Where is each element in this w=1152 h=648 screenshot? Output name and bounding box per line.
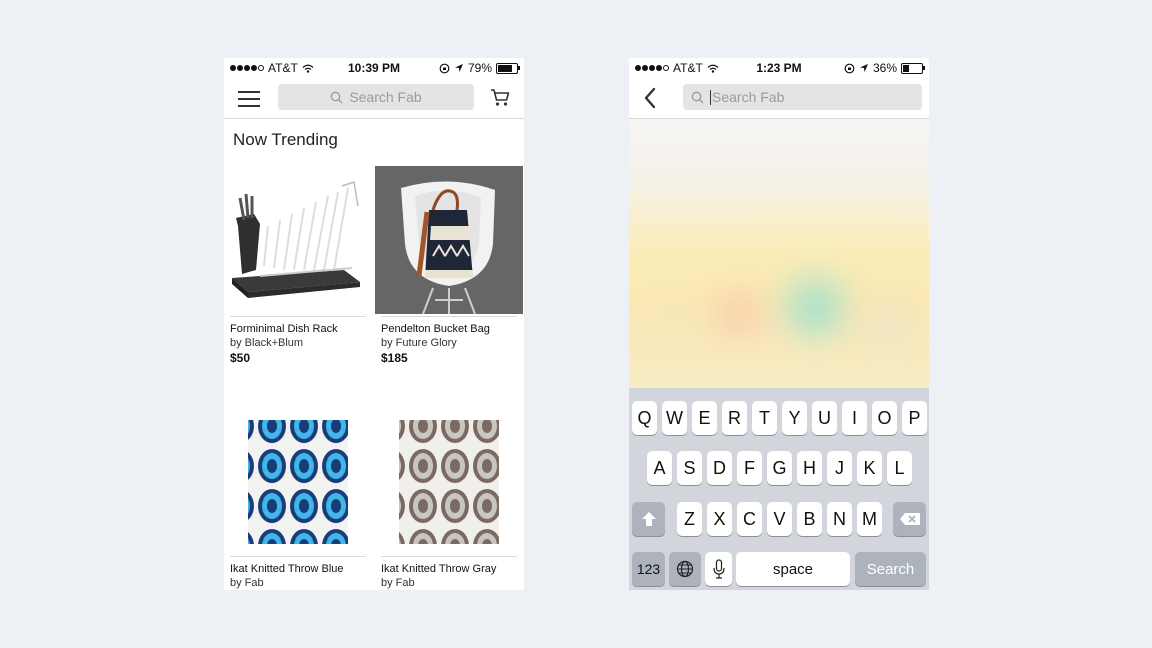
product-brand: by Fab <box>230 577 264 589</box>
key-d[interactable]: D <box>707 451 732 485</box>
key-q[interactable]: Q <box>632 401 657 435</box>
text-cursor <box>710 89 711 105</box>
numbers-key[interactable]: 123 <box>632 552 665 586</box>
search-input[interactable]: Search Fab <box>683 84 922 110</box>
menu-icon[interactable] <box>238 88 260 107</box>
dictation-key[interactable] <box>705 552 732 586</box>
status-bar: AT&T 10:39 PM 79% <box>224 58 524 78</box>
key-z[interactable]: Z <box>677 502 702 536</box>
product-name[interactable]: Pendelton Bucket Bag <box>381 323 490 335</box>
product-name[interactable]: Forminimal Dish Rack <box>230 323 338 335</box>
key-r[interactable]: R <box>722 401 747 435</box>
nav-bar: Search Fab <box>224 78 524 119</box>
orientation-lock-icon <box>439 63 450 73</box>
key-e[interactable]: E <box>692 401 717 435</box>
search-placeholder: Search Fab <box>349 89 422 105</box>
blurred-background <box>629 119 929 388</box>
key-l[interactable]: L <box>887 451 912 485</box>
key-h[interactable]: H <box>797 451 822 485</box>
search-icon <box>330 91 343 103</box>
phone-screen-search: AT&T 1:23 PM 36% Search Fab 123 space Se… <box>629 58 929 590</box>
product-image-dish-rack <box>224 166 372 314</box>
battery-icon <box>901 62 925 74</box>
key-j[interactable]: J <box>827 451 852 485</box>
key-s[interactable]: S <box>677 451 702 485</box>
microphone-icon <box>712 559 725 579</box>
search-placeholder: Search Fab <box>712 89 785 105</box>
key-y[interactable]: Y <box>782 401 807 435</box>
key-m[interactable]: M <box>857 502 882 536</box>
product-card-throw-gray[interactable]: Ikat Knitted Throw Gray by Fab <box>375 406 523 589</box>
product-card-bucket-bag[interactable]: Pendelton Bucket Bag by Future Glory $18… <box>375 166 523 365</box>
battery-percent: 79% <box>467 61 492 75</box>
key-w[interactable]: W <box>662 401 687 435</box>
search-icon <box>691 91 704 103</box>
shift-key[interactable] <box>632 502 665 536</box>
key-i[interactable]: I <box>842 401 867 435</box>
product-price: $185 <box>381 351 408 365</box>
key-a[interactable]: A <box>647 451 672 485</box>
key-b[interactable]: B <box>797 502 822 536</box>
cart-icon[interactable] <box>490 88 510 107</box>
key-k[interactable]: K <box>857 451 882 485</box>
backspace-icon <box>899 513 920 525</box>
on-screen-keyboard: 123 space Search QWERTYUIOP ASDFGHJKL ZXCV… <box>629 388 929 590</box>
product-image-throw-blue <box>224 406 372 554</box>
product-card-throw-blue[interactable]: Ikat Knitted Throw Blue by Fab <box>224 406 372 589</box>
section-title: Now Trending <box>233 130 338 149</box>
key-v[interactable]: V <box>767 502 792 536</box>
key-t[interactable]: T <box>752 401 777 435</box>
key-c[interactable]: C <box>737 502 762 536</box>
battery-percent: 36% <box>872 61 897 75</box>
product-brand: by Fab <box>381 577 415 589</box>
key-p[interactable]: P <box>902 401 927 435</box>
product-image-throw-gray <box>375 406 523 554</box>
product-image-bucket-bag <box>375 166 523 314</box>
product-name[interactable]: Ikat Knitted Throw Gray <box>381 563 496 575</box>
search-key[interactable]: Search <box>855 552 926 586</box>
phone-screen-browse: AT&T 10:39 PM 79% Search Fab Now Trendin… <box>224 58 524 590</box>
key-g[interactable]: G <box>767 451 792 485</box>
product-price: $50 <box>230 351 251 365</box>
globe-icon <box>676 560 694 578</box>
key-x[interactable]: X <box>707 502 732 536</box>
key-o[interactable]: O <box>872 401 897 435</box>
key-f[interactable]: F <box>737 451 762 485</box>
chevron-left-icon[interactable] <box>643 87 657 109</box>
battery-icon <box>496 62 520 74</box>
key-n[interactable]: N <box>827 502 852 536</box>
key-u[interactable]: U <box>812 401 837 435</box>
shift-icon <box>641 512 656 526</box>
product-brand: by Black+Blum <box>230 337 304 349</box>
location-arrow-icon <box>859 64 868 72</box>
product-brand: by Future Glory <box>381 337 457 349</box>
nav-bar: Search Fab <box>629 78 929 119</box>
globe-key[interactable] <box>669 552 701 586</box>
product-name[interactable]: Ikat Knitted Throw Blue <box>230 563 344 575</box>
status-bar: AT&T 1:23 PM 36% <box>629 58 929 78</box>
delete-key[interactable] <box>893 502 926 536</box>
search-input[interactable]: Search Fab <box>278 84 474 110</box>
product-card-dish-rack[interactable]: Forminimal Dish Rack by Black+Blum $50 <box>224 166 372 365</box>
orientation-lock-icon <box>844 63 855 73</box>
location-arrow-icon <box>454 64 463 72</box>
space-key[interactable]: space <box>736 552 850 586</box>
